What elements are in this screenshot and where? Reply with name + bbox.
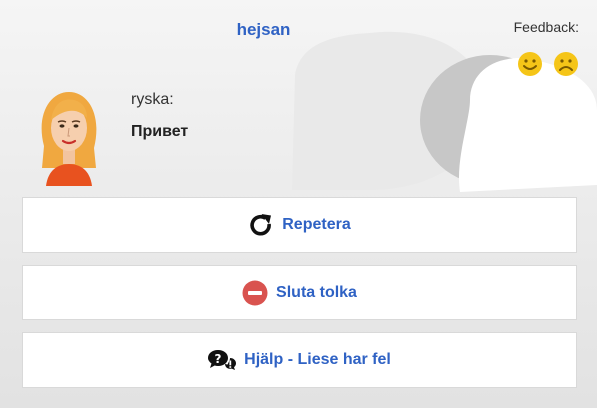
repeat-button[interactable]: Repetera — [22, 197, 577, 253]
stop-interpreting-button[interactable]: Sluta tolka — [22, 265, 577, 320]
language-label: ryska: — [131, 91, 174, 108]
help-button-label: Hjälp - Liese har fel — [244, 351, 391, 368]
interpreter-panel: hejsan Feedback: ryska: Привет Repetera … — [0, 0, 597, 408]
frowning-face-icon[interactable] — [553, 51, 579, 77]
stop-button-label: Sluta tolka — [276, 283, 357, 301]
smiley-face-icon[interactable] — [517, 51, 543, 77]
redo-arrow-icon — [250, 214, 272, 236]
avatar — [41, 92, 97, 186]
feedback-label: Feedback: — [513, 19, 579, 35]
question-speech-bubble-icon: ? — [208, 350, 237, 370]
translated-phrase: Привет — [131, 123, 189, 140]
repeat-button-label: Repetera — [282, 216, 351, 233]
feedback-buttons — [517, 51, 579, 77]
svg-text:?: ? — [215, 352, 222, 366]
help-button[interactable]: ? Hjälp - Liese har fel — [22, 332, 577, 388]
minus-circle-icon — [242, 280, 268, 305]
page-title: hejsan — [236, 20, 291, 39]
